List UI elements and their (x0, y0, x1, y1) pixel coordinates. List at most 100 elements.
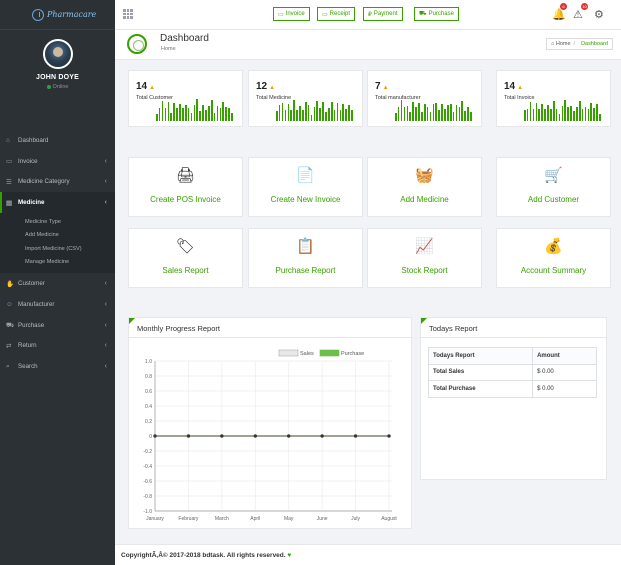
quick-button-label: Invoice (285, 11, 305, 17)
y-tick-label: 0.4 (145, 404, 152, 410)
stat-value: 12 ▲ (256, 81, 275, 92)
breadcrumb: ⌂ Home / Dashboard (546, 38, 613, 50)
receipt-icon: ▭ (322, 11, 328, 18)
y-tick-label: -1.0 (143, 509, 152, 515)
chevron-left-icon: ‹ (104, 342, 107, 350)
quick-button-label: Payment (373, 11, 398, 17)
y-tick-label: 1.0 (145, 359, 152, 365)
copyright-label: CopyrightÃ‚Â© 2017-2018 bdtask. All righ… (121, 552, 286, 559)
sidebar-item-purchase[interactable]: ⛟ Purchase ‹ (0, 315, 115, 336)
sidebar-item-label: Invoice (18, 157, 38, 165)
medicine-icon: ▤ (6, 199, 13, 207)
payment-quick-button[interactable]: ₽ Payment (363, 7, 403, 21)
logo-text: Pharmacare (47, 10, 97, 19)
x-tick-label: July (351, 516, 360, 522)
user-icon: ☺ (6, 300, 13, 308)
create-pos-invoice-tile[interactable]: 🖨 Create POS Invoice (128, 157, 243, 217)
pos-icon: 🖨 (175, 167, 196, 184)
user-status-label: Online (52, 84, 69, 90)
sidebar-item-manufacturer[interactable]: ☺ Manufacturer ‹ (0, 294, 115, 315)
tile-label: Add Medicine (400, 195, 449, 204)
sidebar-item-label: Dashboard (18, 136, 49, 144)
return-icon: ⇄ (6, 342, 12, 350)
monthly-progress-panel: Monthly Progress Report 1.0 0.8 0.6 0.4 0.2 0… (128, 317, 412, 529)
account-summary-tile[interactable]: 💰 Account Summary (496, 228, 611, 288)
table-header-row: Todays Report Amount (427, 347, 597, 365)
data-point-purchase (287, 434, 291, 438)
sales-report-tile[interactable]: 🏷 Sales Report (128, 228, 243, 288)
top-header: ▭ Invoice ▭ Receipt ₽ Payment ⛟ Purchase 🔔 6 ⚠ … (115, 0, 621, 30)
cart-icon: ⛟ (419, 11, 427, 17)
todays-report-table: Todays Report Amount Total Sales $ 0.00 … (427, 347, 597, 398)
page-subtitle: Home (161, 46, 176, 52)
sidebar-item-label: Customer (18, 280, 45, 288)
submenu-item[interactable]: Add Medicine (0, 229, 115, 243)
invoice-icon: ▭ (278, 11, 284, 18)
x-tick-label: April (250, 516, 260, 522)
receipt-quick-button[interactable]: ▭ Receipt (317, 7, 356, 21)
submenu-item[interactable]: Import Medicine (CSV) (0, 242, 115, 256)
sidebar-item-medicine-category[interactable]: ☰ Medicine Category ‹ (0, 172, 115, 193)
online-dot-icon (46, 84, 51, 89)
stat-card[interactable]: 14 ▲ Total Customer (128, 70, 243, 127)
data-point-purchase (353, 434, 358, 438)
y-tick-label: -0.6 (143, 479, 152, 485)
stat-card[interactable]: 12 ▲ Total Medicine (248, 70, 363, 127)
legend-label: Sales (300, 351, 314, 357)
stat-number: 14 (136, 81, 148, 92)
chevron-left-icon: ‹ (104, 300, 107, 308)
sidebar-item-invoice[interactable]: ▭ Invoice ‹ (0, 151, 115, 172)
stock-report-tile[interactable]: 📈 Stock Report (367, 228, 482, 288)
submenu-item[interactable]: Manage Medicine (0, 256, 115, 270)
add-medicine-tile[interactable]: 🧺 Add Medicine (367, 157, 482, 217)
user-profile: JOHN DOYE Online (0, 30, 115, 130)
sidebar-item-customer[interactable]: ✋ Customer ‹ (0, 273, 115, 294)
breadcrumb-home[interactable]: Home (556, 41, 571, 47)
invoice-quick-button[interactable]: ▭ Invoice (273, 7, 310, 21)
sidebar-item-return[interactable]: ⇄ Return ‹ (0, 336, 115, 357)
stat-value: 14 ▲ (504, 81, 523, 92)
apps-grid-icon[interactable] (123, 9, 133, 19)
stat-card[interactable]: 14 ▲ Total Invoice (496, 70, 611, 127)
chevron-left-icon: ‹ (104, 363, 107, 371)
stat-number: 14 (504, 81, 516, 92)
table-row: Total Purchase $ 0.00 (427, 380, 597, 398)
purchase-quick-button[interactable]: ⛟ Purchase (414, 7, 459, 21)
submenu-item[interactable]: Medicine Type (0, 215, 115, 229)
warning-icon[interactable]: ⚠ (573, 8, 583, 21)
purchase-report-tile[interactable]: 📋 Purchase Report (248, 228, 363, 288)
tile-label: Account Summary (520, 266, 587, 275)
logo-icon (32, 8, 44, 21)
y-tick-label: 0.8 (145, 374, 152, 380)
sidebar-item-search[interactable]: ⌕ Search ‹ (0, 356, 115, 377)
row-amount: $ 0.00 (532, 380, 597, 398)
avatar[interactable] (42, 39, 73, 69)
stat-card[interactable]: 7 ▲ Total manufacturer (367, 70, 482, 127)
trend-up-icon: ▲ (517, 85, 524, 91)
home-icon: ⌂ (6, 136, 10, 144)
checklist-icon: 📋 (296, 238, 315, 255)
sparkline-icon (395, 100, 472, 121)
x-tick-label: August (381, 516, 397, 522)
alert-badge: 10 (581, 3, 588, 10)
user-status: Online (0, 84, 115, 90)
quick-button-label: Receipt (329, 11, 351, 17)
sidebar: Pharmacare JOHN DOYE Online ⌂ Dashboard ▭ I… (0, 0, 115, 565)
logo[interactable]: Pharmacare (0, 0, 115, 30)
x-tick-label: February (178, 516, 199, 522)
breadcrumb-separator: / (573, 41, 576, 47)
sidebar-item-dashboard[interactable]: ⌂ Dashboard (0, 130, 115, 151)
data-point-purchase (253, 434, 257, 438)
gear-icon[interactable]: ⚙ (594, 8, 604, 21)
todays-report-panel: Todays Report Todays Report Amount Total… (420, 317, 607, 480)
tile-label: Add Customer (527, 195, 580, 204)
sidebar-item-label: Search (18, 363, 38, 371)
add-customer-tile[interactable]: 🛒 Add Customer (496, 157, 611, 217)
chevron-left-icon: ‹ (104, 199, 107, 207)
chevron-left-icon: ‹ (104, 321, 107, 329)
chevron-left-icon: ‹ (104, 280, 107, 288)
create-new-invoice-tile[interactable]: 📄 Create New Invoice (248, 157, 363, 217)
copyright-text: CopyrightÃ‚Â© 2017-2018 bdtask. All righ… (121, 552, 291, 559)
sidebar-item-medicine[interactable]: ▤ Medicine ‹ (0, 192, 115, 214)
data-point-purchase (220, 434, 224, 438)
